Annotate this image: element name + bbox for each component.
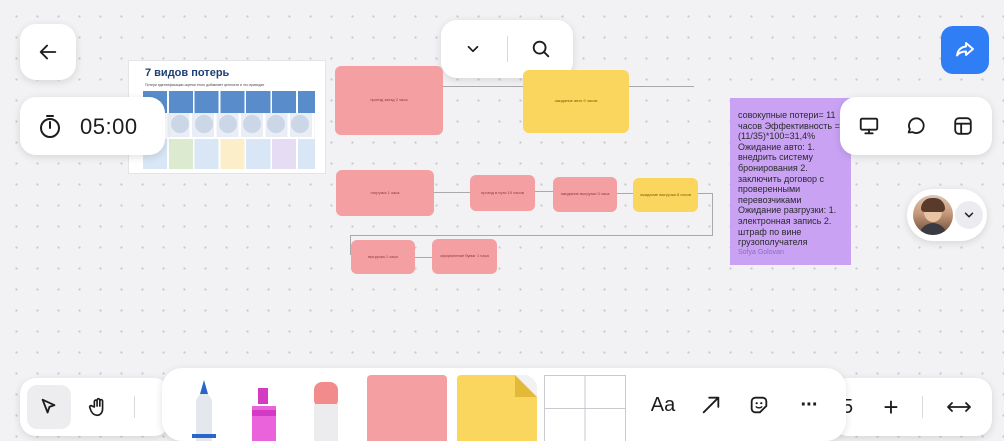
presentation-icon xyxy=(859,117,879,135)
frame-subtitle: Потери идентификации оценки этого добавл… xyxy=(145,83,265,87)
text-tool-label: Aa xyxy=(650,393,676,416)
sticker-icon xyxy=(750,396,768,414)
hand-icon xyxy=(88,397,104,417)
collaborators-button[interactable] xyxy=(907,189,987,241)
table-tool[interactable] xyxy=(544,375,626,441)
cursor-icon xyxy=(41,398,56,414)
highlighter-icon xyxy=(252,388,276,441)
plus-icon: + xyxy=(883,391,899,422)
comment-icon xyxy=(907,117,925,134)
presentation-button[interactable] xyxy=(848,105,890,147)
sticky-curl xyxy=(515,375,537,397)
yellow-sticky-tool[interactable] xyxy=(457,375,537,441)
purple-note-text: совокупные потери= 11 часов Эффективност… xyxy=(738,110,840,248)
share-arrow-icon xyxy=(956,42,974,57)
connector-tool-button[interactable] xyxy=(690,386,732,424)
purple-sticky-note[interactable]: совокупные потери= 11 часов Эффективност… xyxy=(730,98,851,265)
more-icon: ··· xyxy=(800,393,819,416)
sticky-note[interactable]: выгрузка 1 часа xyxy=(351,240,415,274)
arrow-left-icon xyxy=(39,44,57,60)
chevron-down-icon xyxy=(964,212,974,218)
select-tool-button[interactable] xyxy=(27,385,71,429)
highlighter-tool[interactable] xyxy=(244,386,284,441)
connector xyxy=(434,192,470,193)
zoom-in-button[interactable]: + xyxy=(872,388,910,426)
connector xyxy=(350,235,713,236)
timer-value: 05:00 xyxy=(80,114,138,139)
connector xyxy=(535,191,553,192)
sticky-note[interactable]: проезд в пути 10 часов xyxy=(470,175,535,211)
layout-button[interactable] xyxy=(942,105,984,147)
connector xyxy=(712,193,713,235)
arrow-diagonal-icon xyxy=(702,396,720,414)
sticky-note[interactable]: ожидание выгрузки 3 часа xyxy=(553,177,617,212)
more-tools-button[interactable]: ··· xyxy=(788,386,830,424)
frame-title: 7 видов потерь xyxy=(145,67,230,79)
frame-body xyxy=(143,91,315,169)
avatar xyxy=(913,195,953,235)
comment-button[interactable] xyxy=(895,105,937,147)
right-tools-panel xyxy=(840,97,992,155)
connector xyxy=(698,193,712,194)
share-button[interactable] xyxy=(941,26,989,74)
chevron-down-icon xyxy=(467,45,479,53)
back-button[interactable] xyxy=(20,24,76,80)
divider xyxy=(134,396,135,418)
sticker-tool-button[interactable] xyxy=(738,386,780,424)
note-author: Sofya Golovan xyxy=(738,248,784,256)
zoom-panel: 5 + xyxy=(832,378,992,436)
pen-icon xyxy=(192,380,216,441)
sticky-note[interactable]: проезд заезд 2 часа xyxy=(335,66,443,135)
chevron-down-button[interactable] xyxy=(447,26,499,72)
connector xyxy=(443,86,523,87)
fit-width-icon xyxy=(947,402,971,412)
sticky-note[interactable]: оформление бумаг 1 часа xyxy=(432,239,497,274)
search-icon xyxy=(532,40,550,58)
pen-tool[interactable] xyxy=(186,378,222,441)
stopwatch-icon xyxy=(40,115,60,138)
divider xyxy=(922,396,923,418)
eraser-icon xyxy=(314,382,338,441)
sticky-note[interactable]: ожидание авто 9 часов xyxy=(523,70,629,133)
create-toolbar: Aa ··· xyxy=(162,368,846,441)
layout-icon xyxy=(954,117,972,135)
connector xyxy=(629,86,694,87)
collaborators-dropdown[interactable] xyxy=(955,201,983,229)
text-tool-button[interactable]: Aa xyxy=(642,386,684,424)
divider xyxy=(507,36,508,62)
search-button[interactable] xyxy=(515,26,567,72)
sticky-note[interactable]: ожидание выгрузки 8 часов xyxy=(633,178,698,212)
connector xyxy=(415,257,432,258)
eraser-tool[interactable] xyxy=(308,380,344,441)
fit-width-button[interactable] xyxy=(936,388,982,426)
sticky-note[interactable]: погрузка 1 часа xyxy=(336,170,434,216)
hand-tool-button[interactable] xyxy=(76,385,120,429)
bottom-toolbar: 5 + Aa ··· xyxy=(0,368,1004,441)
connector xyxy=(617,193,633,194)
pointer-tools-panel xyxy=(20,378,170,436)
pink-sticky-tool[interactable] xyxy=(367,375,447,441)
timer-widget[interactable]: 05:00 xyxy=(20,97,165,155)
